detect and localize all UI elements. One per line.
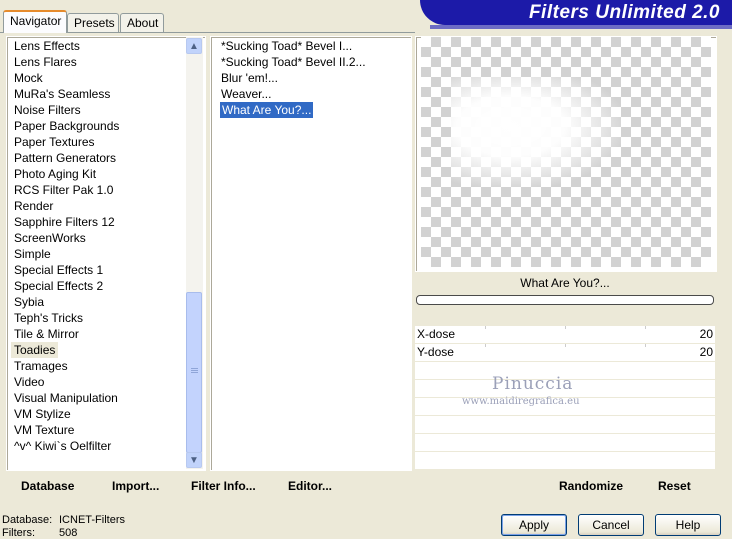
category-scrollbar[interactable]: ▲ ▼ xyxy=(186,37,203,469)
thumb-grip xyxy=(191,368,198,369)
title-banner: Filters Unlimited 2.0 xyxy=(420,0,732,25)
param-spacer xyxy=(415,308,715,326)
slider-tick xyxy=(485,344,486,347)
category-item[interactable]: MuRa's Seamless xyxy=(14,86,110,102)
param-value: 20 xyxy=(699,345,713,359)
category-item[interactable]: Lens Flares xyxy=(14,54,77,70)
category-item[interactable]: Pattern Generators xyxy=(14,150,116,166)
chevron-down-icon: ▼ xyxy=(189,454,199,466)
filter-item[interactable]: *Sucking Toad* Bevel II.2... xyxy=(221,54,366,70)
category-item[interactable]: Paper Backgrounds xyxy=(14,118,119,134)
category-item[interactable]: Tile & Mirror xyxy=(14,326,79,342)
preview-image xyxy=(421,37,711,267)
param-row-y-dose[interactable]: Y-dose 20 xyxy=(415,344,715,362)
filter-item[interactable]: *Sucking Toad* Bevel I... xyxy=(221,38,352,54)
scroll-thumb[interactable] xyxy=(186,292,202,453)
scroll-down-button[interactable]: ▼ xyxy=(186,452,202,468)
slider-tick xyxy=(645,344,646,347)
progress-bar xyxy=(416,295,714,305)
param-label: Y-dose xyxy=(417,345,454,359)
tab-about[interactable]: About xyxy=(120,13,164,32)
help-button[interactable]: Help xyxy=(655,514,721,536)
status-database-value: ICNET-Filters xyxy=(59,514,125,526)
chevron-up-icon: ▲ xyxy=(189,40,199,52)
slider-tick xyxy=(645,326,646,329)
randomize-button[interactable]: Randomize xyxy=(559,479,623,493)
category-item[interactable]: Tramages xyxy=(14,358,68,374)
app-title: Filters Unlimited 2.0 xyxy=(528,2,720,23)
watermark-name: Pinuccia xyxy=(492,374,574,394)
status-filters-label: Filters: xyxy=(2,527,35,539)
param-empty xyxy=(415,452,715,470)
category-item[interactable]: RCS Filter Pak 1.0 xyxy=(14,182,113,198)
filter-info-button[interactable]: Filter Info... xyxy=(191,479,256,493)
category-item[interactable]: Photo Aging Kit xyxy=(14,166,96,182)
filter-item[interactable]: Weaver... xyxy=(221,86,271,102)
category-item[interactable]: Sybia xyxy=(14,294,44,310)
category-item[interactable]: Visual Manipulation xyxy=(14,390,118,406)
param-empty xyxy=(415,416,715,434)
banner-stripe xyxy=(430,25,732,29)
tab-navigator[interactable]: Navigator xyxy=(3,10,67,33)
category-item[interactable]: ScreenWorks xyxy=(14,230,86,246)
thumb-grip xyxy=(191,370,198,371)
param-empty xyxy=(415,434,715,452)
category-item[interactable]: Special Effects 2 xyxy=(14,278,103,294)
database-button[interactable]: Database xyxy=(21,479,74,493)
category-item[interactable]: VM Texture xyxy=(14,422,74,438)
category-item[interactable]: Special Effects 1 xyxy=(14,262,103,278)
tab-presets[interactable]: Presets xyxy=(67,13,119,32)
reset-button[interactable]: Reset xyxy=(658,479,691,493)
category-item[interactable]: Mock xyxy=(14,70,43,86)
status-filters-value: 508 xyxy=(59,527,78,539)
preview-glow xyxy=(451,77,621,187)
category-item[interactable]: Paper Textures xyxy=(14,134,95,150)
param-row-x-dose[interactable]: X-dose 20 xyxy=(415,326,715,344)
category-item[interactable]: Teph's Tricks xyxy=(14,310,83,326)
category-item[interactable]: Simple xyxy=(14,246,51,262)
category-item[interactable]: Toadies xyxy=(11,342,59,358)
category-item[interactable]: Sapphire Filters 12 xyxy=(14,214,115,230)
slider-tick xyxy=(485,326,486,329)
filter-item[interactable]: What Are You?... xyxy=(220,102,314,118)
category-item[interactable]: Video xyxy=(14,374,44,390)
status-database-label: Database: xyxy=(2,514,53,526)
category-item[interactable]: VM Stylize xyxy=(14,406,71,422)
category-item[interactable]: ^v^ Kiwi`s Oelfilter xyxy=(14,438,111,454)
filter-item[interactable]: Blur 'em!... xyxy=(221,70,278,86)
category-item[interactable]: Render xyxy=(14,198,53,214)
scroll-up-button[interactable]: ▲ xyxy=(186,38,202,54)
param-value: 20 xyxy=(699,327,713,341)
watermark-url: www.maidiregrafica.eu xyxy=(462,396,580,407)
cancel-button[interactable]: Cancel xyxy=(578,514,644,536)
category-item[interactable]: Lens Effects xyxy=(14,38,80,54)
param-label: X-dose xyxy=(417,327,456,341)
editor-button[interactable]: Editor... xyxy=(288,479,332,493)
slider-tick xyxy=(565,326,566,329)
slider-tick xyxy=(565,344,566,347)
preview-filter-name: What Are You?... xyxy=(520,276,610,290)
import-button[interactable]: Import... xyxy=(112,479,159,493)
thumb-grip xyxy=(191,372,198,373)
apply-button[interactable]: Apply xyxy=(501,514,567,536)
category-item[interactable]: Noise Filters xyxy=(14,102,81,118)
